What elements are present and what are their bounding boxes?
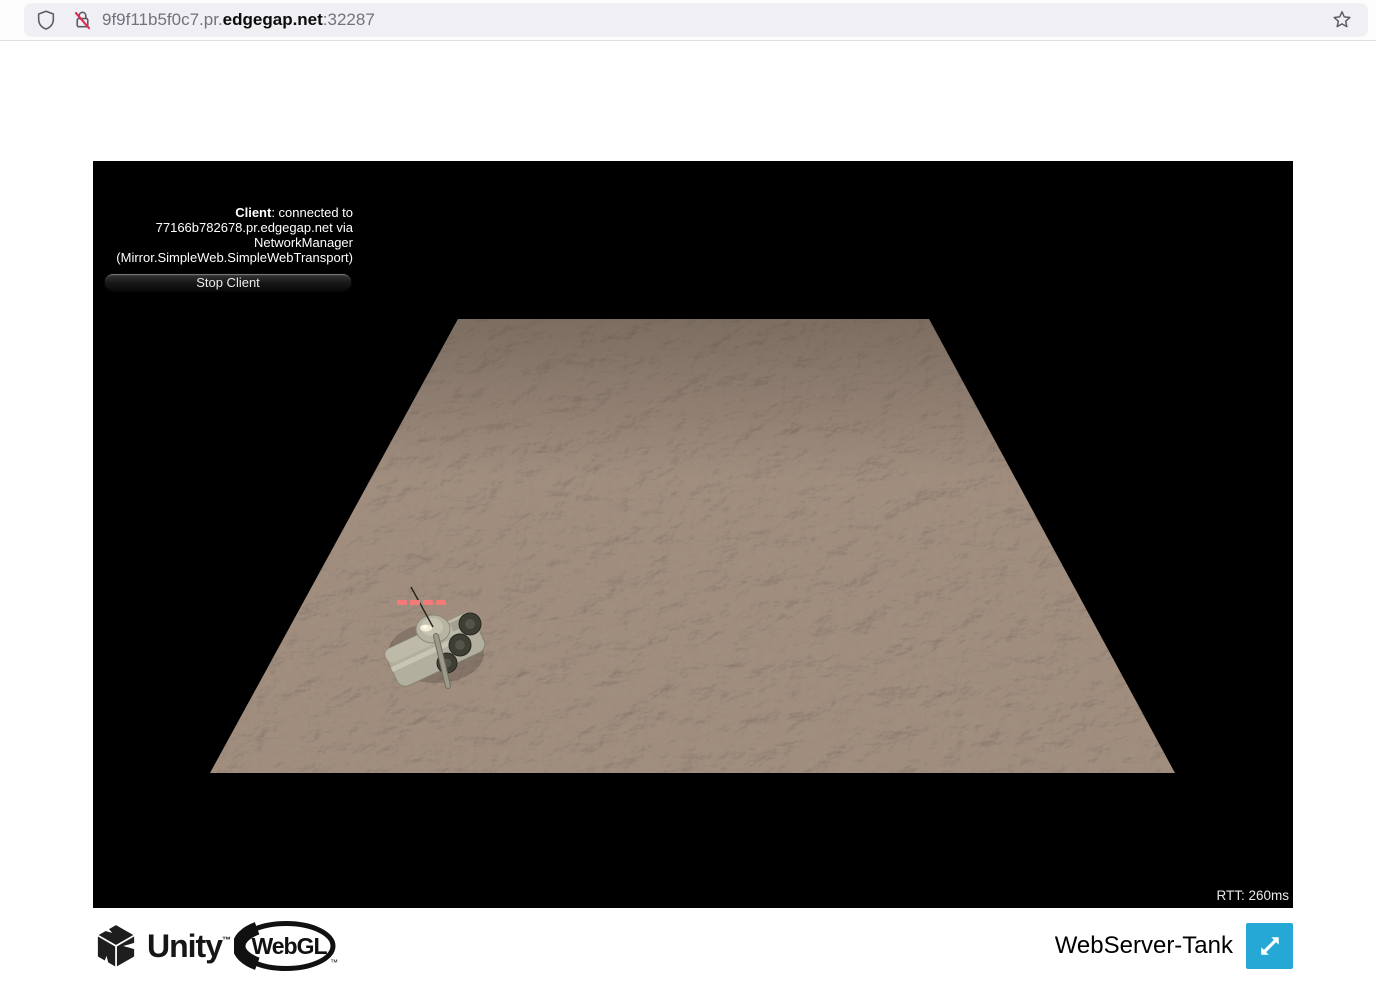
url-text: 9f9f11b5f0c7.pr.edgegap.net:32287 xyxy=(102,10,375,30)
shield-icon[interactable] xyxy=(34,8,58,32)
footer: Unity™ WebGL ™ WebServer-Tank xyxy=(93,908,1293,978)
fullscreen-button[interactable] xyxy=(1246,923,1293,969)
bookmark-star-icon[interactable] xyxy=(1330,8,1354,32)
stop-client-button[interactable]: Stop Client xyxy=(104,273,352,292)
insecure-lock-icon[interactable] xyxy=(70,8,94,32)
webgl-logo: WebGL ™ xyxy=(234,920,338,972)
fullscreen-icon xyxy=(1255,931,1285,961)
client-status-text: Client: connected to 77166b782678.pr.edg… xyxy=(93,205,353,265)
url-bar[interactable]: 9f9f11b5f0c7.pr.edgegap.net:32287 xyxy=(24,3,1368,37)
game-canvas[interactable]: Client: connected to 77166b782678.pr.edg… xyxy=(93,161,1293,908)
unity-cube-logo xyxy=(93,921,139,971)
unity-wordmark: Unity™ xyxy=(147,928,230,965)
rtt-label: RTT: 260ms xyxy=(1216,888,1289,903)
build-title: WebServer-Tank xyxy=(1055,932,1233,960)
svg-text:™: ™ xyxy=(330,958,338,967)
health-bar xyxy=(397,600,446,605)
browser-toolbar: 9f9f11b5f0c7.pr.edgegap.net:32287 xyxy=(0,0,1376,41)
tank xyxy=(381,579,491,699)
svg-text:WebGL: WebGL xyxy=(251,933,327,959)
